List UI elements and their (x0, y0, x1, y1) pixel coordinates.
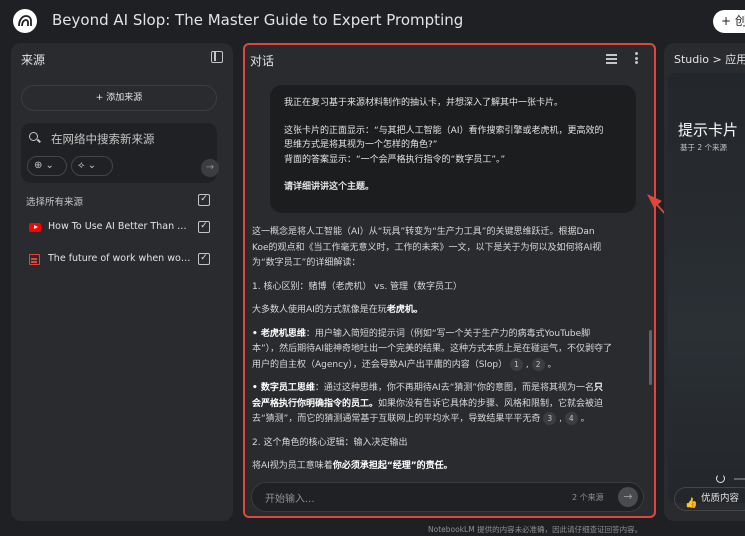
add-source-button[interactable]: + 添加来源 (21, 85, 217, 111)
chat-scrollbar[interactable] (649, 330, 652, 385)
user-message-bubble: 我正在复习基于来源材料制作的抽认卡，并想深入了解其中一张卡片。 这张卡片的正面显… (270, 85, 636, 213)
response-heading: 1. 核心区别：赌博（老虎机） vs. 管理（数字员工） (252, 281, 463, 292)
source-title: The future of work when work is ... (48, 253, 191, 264)
flashcard-viewer: 提示卡片 基于 2 个来源 (668, 73, 745, 503)
response-bullet: • 老虎机思维：用户输入简短的提示词（例如“写一个关于生产力的病毒式YouTub… (252, 328, 612, 371)
message-line: 背面的答案显示：“一个会严格执行指令的“数字员工”。” (284, 154, 506, 165)
message-line: 这张卡片的正面显示：“与其把人工智能（AI）看作搜索引擎或老虎机，更高效的 (284, 125, 604, 136)
citation-badge[interactable]: 4 (564, 412, 578, 425)
thumbs-up-icon: 👍 (685, 498, 698, 509)
message-line: 思维方式是将其视为一个怎样的角色?” (284, 140, 438, 150)
source-checkbox[interactable]: ✓ (198, 253, 210, 265)
source-checkbox[interactable]: ✓ (198, 221, 210, 233)
create-notebook-button[interactable]: + 创 (713, 10, 745, 33)
select-all-checkbox[interactable]: ✓ (198, 194, 210, 206)
chat-input[interactable]: 开始输入... (265, 490, 315, 505)
flashcard-title: 提示卡片 (678, 121, 739, 139)
citation-badge[interactable]: 2 (531, 357, 545, 371)
search-icon (29, 132, 38, 141)
source-title: How To Use AI Better Than 99% ... (48, 221, 191, 232)
replay-icon[interactable] (716, 474, 725, 483)
response-heading: 2. 这个角色的核心逻辑：输入决定输出 (252, 437, 408, 448)
flashcard-subtitle: 基于 2 个来源 (680, 143, 728, 152)
card-progress-bar (734, 478, 745, 480)
web-source-dropdown[interactable]: ⊕ ⌄ (27, 156, 67, 176)
notebook-title[interactable]: Beyond AI Slop: The Master Guide to Expe… (52, 11, 463, 29)
web-search-box: 在网络中搜索新来源 ⊕ ⌄ ⟡ ⌄ → (21, 123, 219, 183)
good-content-button[interactable]: 👍 优质内容 (674, 487, 745, 511)
response-paragraph: 大多数人使用AI的方式就像是在玩老虎机。 (252, 305, 423, 315)
chat-panel-title: 对话 (250, 54, 275, 68)
chat-input-bar[interactable]: 开始输入... 2 个来源 → (251, 482, 644, 512)
ai-response: 这一概念是将人工智能（AI）从“玩具”转变为“生产力工具”的关键思维跃迁。根据D… (252, 225, 612, 483)
response-paragraph: 将AI视为员工意味着你必须承担起“经理”的责任。 (252, 461, 453, 471)
studio-panel: Studio > 应用 提示卡片 基于 2 个来源 👍 优质内容 (664, 43, 745, 521)
notebooklm-logo-icon[interactable] (13, 9, 37, 33)
disclaimer-text: NotebookLM 提供的内容未必准确，因此请仔细查证回答内容。 (428, 525, 643, 534)
source-count-label: 2 个来源 (572, 493, 604, 502)
citation-badge[interactable]: 1 (510, 357, 524, 371)
response-bullet: • 数字员工思维：通过这种思维，你不再期待AI去“猜测”你的意图，而是将其视为一… (252, 383, 604, 425)
collapse-panel-icon[interactable] (211, 51, 223, 63)
research-mode-dropdown[interactable]: ⟡ ⌄ (71, 156, 113, 176)
youtube-icon (29, 223, 41, 232)
search-input[interactable]: 在网络中搜索新来源 (51, 131, 155, 147)
top-bar: Beyond AI Slop: The Master Guide to Expe… (0, 0, 745, 42)
send-button[interactable]: → (618, 487, 638, 507)
more-options-icon[interactable] (635, 52, 638, 64)
sources-panel: 来源 + 添加来源 在网络中搜索新来源 ⊕ ⌄ ⟡ ⌄ → 选择所有来源 ✓ H… (11, 43, 233, 521)
response-intro: 这一概念是将人工智能（AI）从“玩具”转变为“生产力工具”的关键思维跃迁。根据D… (252, 227, 602, 268)
search-submit-button[interactable]: → (201, 159, 219, 177)
sources-panel-title: 来源 (21, 53, 46, 67)
source-item[interactable]: The future of work when work is ... ✓ (11, 252, 233, 272)
select-all-label: 选择所有来源 (26, 197, 84, 208)
message-line: 请详细讲讲这个主题。 (284, 182, 375, 192)
source-item[interactable]: How To Use AI Better Than 99% ... ✓ (11, 220, 233, 240)
settings-sliders-icon[interactable] (606, 54, 617, 64)
citation-badge[interactable]: 3 (543, 412, 557, 425)
document-icon (29, 254, 40, 265)
message-line: 我正在复习基于来源材料制作的抽认卡，并想深入了解其中一张卡片。 (284, 98, 564, 108)
chat-panel: 对话 我正在复习基于来源材料制作的抽认卡，并想深入了解其中一张卡片。 这张卡片的… (243, 43, 656, 518)
studio-breadcrumb[interactable]: Studio > 应用 (674, 51, 745, 67)
